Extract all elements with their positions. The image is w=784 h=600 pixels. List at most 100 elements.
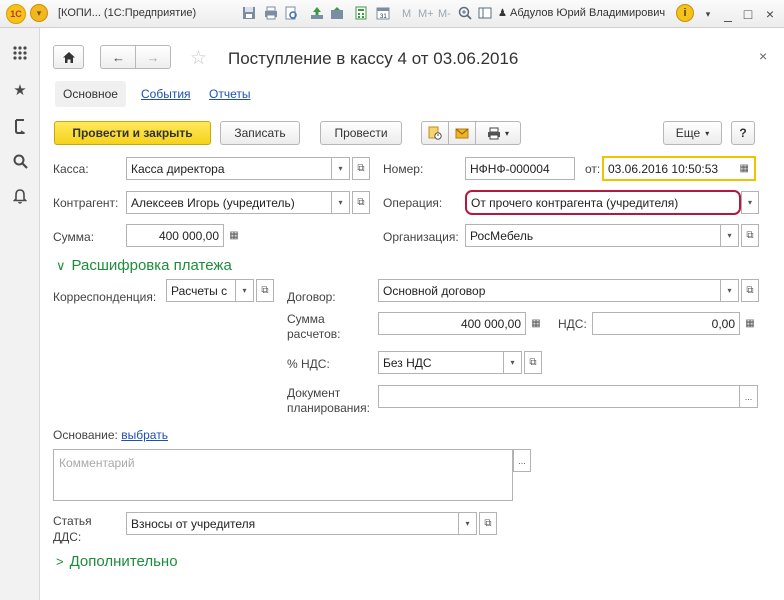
tab-main[interactable]: Основное <box>55 81 126 107</box>
structure-button[interactable] <box>421 121 449 145</box>
favorite-star-icon[interactable]: ☆ <box>190 47 207 70</box>
print-menu-button[interactable]: ▾ <box>475 121 521 145</box>
sum-field[interactable]: 400 000,00 <box>126 224 224 247</box>
zoom-icon[interactable] <box>456 4 474 22</box>
contract-dropdown-button[interactable]: ▾ <box>721 279 739 302</box>
dds-item-dropdown-button[interactable]: ▾ <box>459 512 477 535</box>
calculator-icon[interactable] <box>352 4 370 22</box>
ellipsis-icon: ... <box>744 391 753 402</box>
number-field[interactable]: НФНФ-000004 <box>465 157 575 180</box>
calendar-icon[interactable]: 31 <box>374 4 392 22</box>
calendar-icon[interactable]: ▦ <box>740 163 749 174</box>
help-button[interactable]: ? <box>731 121 755 145</box>
post-and-close-button[interactable]: Провести и закрыть <box>54 121 211 145</box>
counterparty-dropdown-button[interactable]: ▾ <box>332 191 350 214</box>
arrow-left-icon: ← <box>112 49 125 65</box>
history-icon[interactable] <box>11 117 29 135</box>
vat-rate-dropdown-button[interactable]: ▾ <box>504 351 522 374</box>
sum-calculator-icon[interactable]: ▦ <box>226 224 242 247</box>
home-button[interactable] <box>53 45 84 69</box>
memory-plus-button[interactable]: M+ <box>418 4 434 24</box>
envelope-icon <box>455 128 469 138</box>
counterparty-open-button[interactable]: ⧉ <box>352 191 370 214</box>
panel-icon[interactable] <box>476 4 494 22</box>
settlement-sum-label: Сумма <box>287 312 325 326</box>
comment-edit-button[interactable]: ... <box>513 449 531 472</box>
main-menu-button[interactable]: ▾ <box>30 4 48 22</box>
payment-breakdown-section[interactable]: ∨ Расшифровка платежа <box>56 257 232 274</box>
planning-doc-select-button[interactable]: ... <box>740 385 758 408</box>
vat-field[interactable]: 0,00 <box>592 312 740 335</box>
chevron-down-icon: ▾ <box>727 286 732 295</box>
contract-open-button[interactable]: ⧉ <box>741 279 759 302</box>
basis-select-link[interactable]: выбрать <box>121 428 168 442</box>
print-icon[interactable] <box>262 4 280 22</box>
tab-events[interactable]: События <box>133 81 199 107</box>
svg-text:31: 31 <box>380 14 387 20</box>
memory-button[interactable]: M <box>402 4 411 24</box>
organization-field[interactable]: РосМебель <box>465 224 721 247</box>
date-from-label: от: <box>585 162 601 176</box>
contract-field[interactable]: Основной договор <box>378 279 721 302</box>
counterparty-label: Контрагент: <box>53 196 119 210</box>
date-field[interactable]: 03.06.2016 10:50:53 ▦ <box>602 156 756 181</box>
additional-section[interactable]: > Дополнительно <box>56 553 178 570</box>
search-icon[interactable] <box>11 152 29 170</box>
correspondence-dropdown-button[interactable]: ▾ <box>236 279 254 302</box>
dds-item-field[interactable]: Взносы от учредителя <box>126 512 459 535</box>
email-button[interactable] <box>448 121 476 145</box>
save-icon[interactable] <box>240 4 258 22</box>
comment-field[interactable]: Комментарий <box>53 449 513 501</box>
star-icon[interactable]: ★ <box>11 81 29 99</box>
organization-open-button[interactable]: ⧉ <box>741 224 759 247</box>
save-button[interactable]: Записать <box>220 121 300 145</box>
operation-dropdown-button[interactable]: ▾ <box>741 191 759 214</box>
organization-dropdown-button[interactable]: ▾ <box>721 224 739 247</box>
settlement-sum-label-2: расчетов: <box>287 327 341 341</box>
close-form-button[interactable]: × <box>759 48 767 64</box>
correspondence-field[interactable]: Расчеты с <box>166 279 236 302</box>
correspondence-open-button[interactable]: ⧉ <box>256 279 274 302</box>
settlement-sum-calculator-icon[interactable]: ▦ <box>528 312 544 335</box>
correspondence-label: Корреспонденция: <box>53 290 157 304</box>
grid-menu-icon[interactable] <box>11 44 29 62</box>
current-user[interactable]: ♟ Абдулов Юрий Владимирович <box>498 7 665 19</box>
kassa-field[interactable]: Касса директора <box>126 157 332 180</box>
kassa-dropdown-button[interactable]: ▾ <box>332 157 350 180</box>
app-window-title: [КОПИ... (1С:Предприятие) <box>58 7 197 19</box>
back-button[interactable]: ← <box>100 45 136 69</box>
kassa-open-button[interactable]: ⧉ <box>352 157 370 180</box>
kassa-label: Касса: <box>53 162 89 176</box>
export-icon[interactable] <box>328 4 346 22</box>
basis-row: Основание: выбрать <box>53 428 168 442</box>
planning-doc-field[interactable] <box>378 385 740 408</box>
vat-rate-open-button[interactable]: ⧉ <box>524 351 542 374</box>
preview-icon[interactable] <box>282 4 300 22</box>
minimize-button[interactable]: _ <box>718 4 738 24</box>
maximize-button[interactable]: □ <box>738 4 758 24</box>
dds-label-2: ДДС: <box>53 530 82 544</box>
info-icon[interactable]: i <box>676 4 694 22</box>
vat-calculator-icon[interactable]: ▦ <box>742 312 758 335</box>
upload-icon[interactable] <box>308 4 326 22</box>
open-window-icon: ⧉ <box>529 357 537 368</box>
forward-button[interactable]: → <box>135 45 171 69</box>
chevron-down-icon[interactable]: ▾ <box>698 4 718 24</box>
sum-label: Сумма: <box>53 230 95 244</box>
operation-label: Операция: <box>383 196 443 210</box>
bell-icon[interactable] <box>11 187 29 205</box>
dds-item-open-button[interactable]: ⧉ <box>479 512 497 535</box>
home-icon <box>62 51 75 63</box>
tab-reports[interactable]: Отчеты <box>201 81 258 107</box>
planning-doc-label-2: планирования: <box>287 401 370 415</box>
close-window-button[interactable]: × <box>760 4 780 24</box>
memory-minus-button[interactable]: M- <box>438 4 451 24</box>
counterparty-field[interactable]: Алексеев Игорь (учредитель) <box>126 191 332 214</box>
document-title: Поступление в кассу 4 от 03.06.2016 <box>228 49 519 68</box>
more-button[interactable]: Еще ▾ <box>663 121 722 145</box>
settlement-sum-field[interactable]: 400 000,00 <box>378 312 526 335</box>
open-window-icon: ⧉ <box>261 285 269 296</box>
post-button[interactable]: Провести <box>320 121 402 145</box>
operation-field[interactable]: От прочего контрагента (учредителя) <box>465 190 741 215</box>
vat-rate-field[interactable]: Без НДС <box>378 351 504 374</box>
